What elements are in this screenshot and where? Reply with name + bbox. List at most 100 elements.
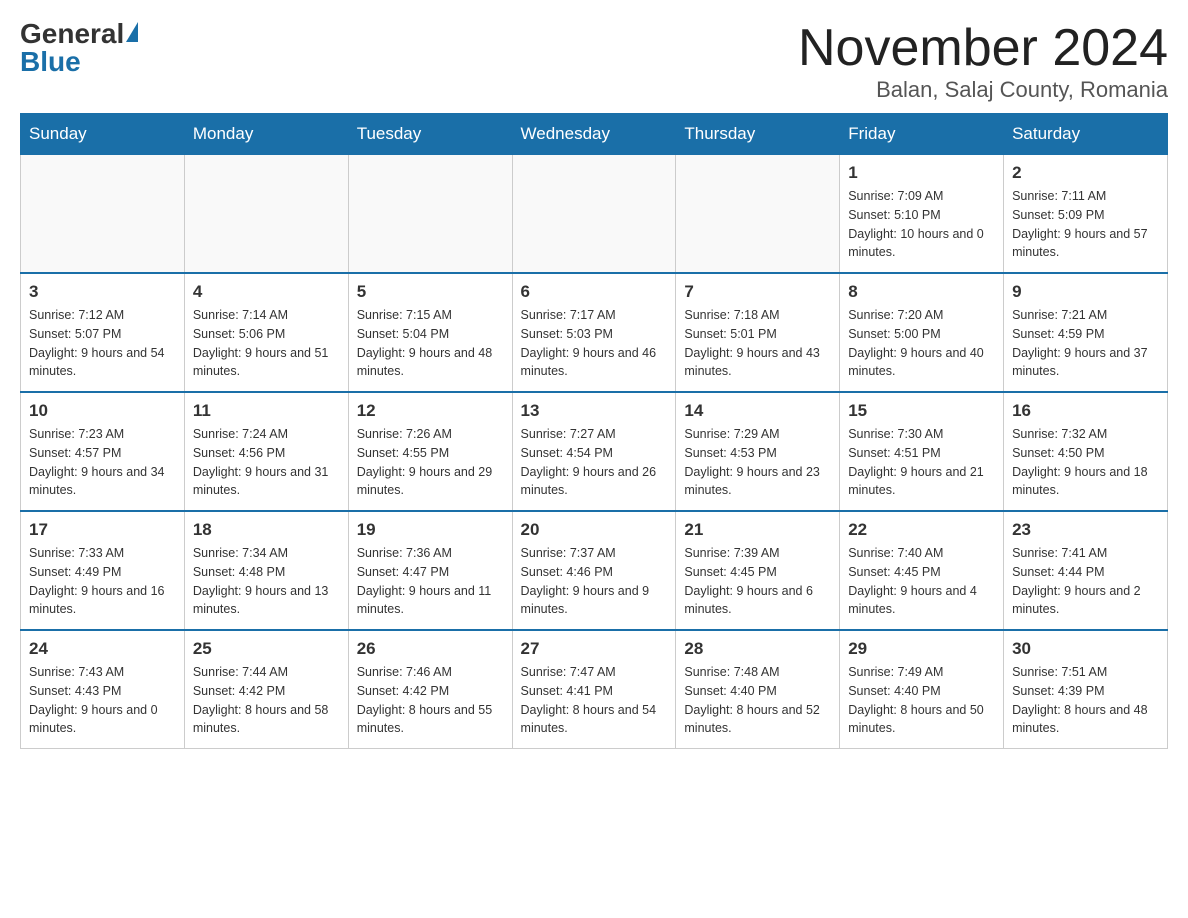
- calendar-body: 1 Sunrise: 7:09 AMSunset: 5:10 PMDaylight…: [21, 155, 1168, 749]
- day-cell: [512, 155, 676, 274]
- day-cell: 17Sunrise: 7:33 AMSunset: 4:49 PMDayligh…: [21, 511, 185, 630]
- month-title: November 2024: [798, 20, 1168, 77]
- day-number: 14: [684, 401, 831, 421]
- day-number: 30: [1012, 639, 1159, 659]
- day-number: 20: [521, 520, 668, 540]
- sun-info: Sunrise: 7:48 AMSunset: 4:40 PMDaylight:…: [684, 663, 831, 738]
- day-number: 4: [193, 282, 340, 302]
- day-cell: 14 Sunrise: 7:29 AMSunset: 4:53 PMDayligh…: [676, 392, 840, 511]
- day-cell: 22 Sunrise: 7:40 AMSunset: 4:45 PMDayligh…: [840, 511, 1004, 630]
- day-number: 26: [357, 639, 504, 659]
- sun-info: Sunrise: 7:30 AMSunset: 4:51 PMDaylight:…: [848, 425, 995, 500]
- sun-info: Sunrise: 7:26 AMSunset: 4:55 PMDaylight:…: [357, 425, 504, 500]
- header-row: SundayMondayTuesdayWednesdayThursdayFrid…: [21, 114, 1168, 155]
- day-cell: 4 Sunrise: 7:14 AMSunset: 5:06 PMDaylight…: [184, 273, 348, 392]
- day-cell: 24 Sunrise: 7:43 AMSunset: 4:43 PMDayligh…: [21, 630, 185, 749]
- logo-triangle-icon: [126, 22, 138, 42]
- day-number: 11: [193, 401, 340, 421]
- day-number: 2: [1012, 163, 1159, 183]
- week-row-3: 10 Sunrise: 7:23 AMSunset: 4:57 PMDayligh…: [21, 392, 1168, 511]
- day-cell: 30 Sunrise: 7:51 AMSunset: 4:39 PMDayligh…: [1004, 630, 1168, 749]
- day-number: 23: [1012, 520, 1159, 540]
- sun-info: Sunrise: 7:09 AMSunset: 5:10 PMDaylight:…: [848, 187, 995, 262]
- day-number: 9: [1012, 282, 1159, 302]
- location-title: Balan, Salaj County, Romania: [798, 77, 1168, 103]
- sun-info: Sunrise: 7:15 AMSunset: 5:04 PMDaylight:…: [357, 306, 504, 381]
- day-cell: 15Sunrise: 7:30 AMSunset: 4:51 PMDayligh…: [840, 392, 1004, 511]
- day-cell: 13Sunrise: 7:27 AMSunset: 4:54 PMDayligh…: [512, 392, 676, 511]
- sun-info: Sunrise: 7:39 AMSunset: 4:45 PMDaylight:…: [684, 544, 831, 619]
- week-row-2: 3 Sunrise: 7:12 AMSunset: 5:07 PMDaylight…: [21, 273, 1168, 392]
- day-number: 19: [357, 520, 504, 540]
- sun-info: Sunrise: 7:18 AMSunset: 5:01 PMDaylight:…: [684, 306, 831, 381]
- sun-info: Sunrise: 7:51 AMSunset: 4:39 PMDaylight:…: [1012, 663, 1159, 738]
- day-cell: 21Sunrise: 7:39 AMSunset: 4:45 PMDayligh…: [676, 511, 840, 630]
- sun-info: Sunrise: 7:24 AMSunset: 4:56 PMDaylight:…: [193, 425, 340, 500]
- day-cell: 16Sunrise: 7:32 AMSunset: 4:50 PMDayligh…: [1004, 392, 1168, 511]
- header-cell-tuesday: Tuesday: [348, 114, 512, 155]
- day-number: 5: [357, 282, 504, 302]
- sun-info: Sunrise: 7:49 AMSunset: 4:40 PMDaylight:…: [848, 663, 995, 738]
- day-cell: [348, 155, 512, 274]
- day-number: 29: [848, 639, 995, 659]
- day-cell: 2 Sunrise: 7:11 AMSunset: 5:09 PMDaylight…: [1004, 155, 1168, 274]
- calendar-header: SundayMondayTuesdayWednesdayThursdayFrid…: [21, 114, 1168, 155]
- day-cell: 20 Sunrise: 7:37 AMSunset: 4:46 PMDayligh…: [512, 511, 676, 630]
- day-cell: 11 Sunrise: 7:24 AMSunset: 4:56 PMDayligh…: [184, 392, 348, 511]
- day-number: 28: [684, 639, 831, 659]
- day-cell: 26 Sunrise: 7:46 AMSunset: 4:42 PMDayligh…: [348, 630, 512, 749]
- day-cell: 18 Sunrise: 7:34 AMSunset: 4:48 PMDayligh…: [184, 511, 348, 630]
- day-cell: 6 Sunrise: 7:17 AMSunset: 5:03 PMDaylight…: [512, 273, 676, 392]
- title-block: November 2024 Balan, Salaj County, Roman…: [798, 20, 1168, 103]
- header-cell-friday: Friday: [840, 114, 1004, 155]
- day-cell: 7 Sunrise: 7:18 AMSunset: 5:01 PMDaylight…: [676, 273, 840, 392]
- day-number: 6: [521, 282, 668, 302]
- sun-info: Sunrise: 7:40 AMSunset: 4:45 PMDaylight:…: [848, 544, 995, 619]
- day-cell: 25Sunrise: 7:44 AMSunset: 4:42 PMDayligh…: [184, 630, 348, 749]
- sun-info: Sunrise: 7:47 AMSunset: 4:41 PMDaylight:…: [521, 663, 668, 738]
- sun-info: Sunrise: 7:17 AMSunset: 5:03 PMDaylight:…: [521, 306, 668, 381]
- day-number: 24: [29, 639, 176, 659]
- sun-info: Sunrise: 7:41 AMSunset: 4:44 PMDaylight:…: [1012, 544, 1159, 619]
- sun-info: Sunrise: 7:43 AMSunset: 4:43 PMDaylight:…: [29, 663, 176, 738]
- header-cell-wednesday: Wednesday: [512, 114, 676, 155]
- day-cell: 5 Sunrise: 7:15 AMSunset: 5:04 PMDaylight…: [348, 273, 512, 392]
- week-row-5: 24 Sunrise: 7:43 AMSunset: 4:43 PMDayligh…: [21, 630, 1168, 749]
- header-cell-monday: Monday: [184, 114, 348, 155]
- logo-general-text: General: [20, 20, 124, 48]
- day-number: 7: [684, 282, 831, 302]
- week-row-1: 1 Sunrise: 7:09 AMSunset: 5:10 PMDaylight…: [21, 155, 1168, 274]
- logo: General Blue: [20, 20, 138, 76]
- sun-info: Sunrise: 7:21 AMSunset: 4:59 PMDaylight:…: [1012, 306, 1159, 381]
- sun-info: Sunrise: 7:29 AMSunset: 4:53 PMDaylight:…: [684, 425, 831, 500]
- day-number: 8: [848, 282, 995, 302]
- day-number: 12: [357, 401, 504, 421]
- day-cell: [184, 155, 348, 274]
- day-number: 18: [193, 520, 340, 540]
- day-number: 1: [848, 163, 995, 183]
- sun-info: Sunrise: 7:12 AMSunset: 5:07 PMDaylight:…: [29, 306, 176, 381]
- sun-info: Sunrise: 7:34 AMSunset: 4:48 PMDaylight:…: [193, 544, 340, 619]
- day-cell: [21, 155, 185, 274]
- header-cell-thursday: Thursday: [676, 114, 840, 155]
- header-cell-saturday: Saturday: [1004, 114, 1168, 155]
- sun-info: Sunrise: 7:46 AMSunset: 4:42 PMDaylight:…: [357, 663, 504, 738]
- sun-info: Sunrise: 7:14 AMSunset: 5:06 PMDaylight:…: [193, 306, 340, 381]
- day-cell: 9 Sunrise: 7:21 AMSunset: 4:59 PMDaylight…: [1004, 273, 1168, 392]
- day-number: 10: [29, 401, 176, 421]
- day-number: 22: [848, 520, 995, 540]
- sun-info: Sunrise: 7:33 AMSunset: 4:49 PMDaylight:…: [29, 544, 176, 619]
- day-number: 25: [193, 639, 340, 659]
- day-cell: 28 Sunrise: 7:48 AMSunset: 4:40 PMDayligh…: [676, 630, 840, 749]
- day-number: 3: [29, 282, 176, 302]
- calendar-table: SundayMondayTuesdayWednesdayThursdayFrid…: [20, 113, 1168, 749]
- sun-info: Sunrise: 7:20 AMSunset: 5:00 PMDaylight:…: [848, 306, 995, 381]
- day-cell: [676, 155, 840, 274]
- sun-info: Sunrise: 7:23 AMSunset: 4:57 PMDaylight:…: [29, 425, 176, 500]
- sun-info: Sunrise: 7:11 AMSunset: 5:09 PMDaylight:…: [1012, 187, 1159, 262]
- day-cell: 19 Sunrise: 7:36 AMSunset: 4:47 PMDayligh…: [348, 511, 512, 630]
- day-cell: 27Sunrise: 7:47 AMSunset: 4:41 PMDayligh…: [512, 630, 676, 749]
- sun-info: Sunrise: 7:37 AMSunset: 4:46 PMDaylight:…: [521, 544, 668, 619]
- sun-info: Sunrise: 7:36 AMSunset: 4:47 PMDaylight:…: [357, 544, 504, 619]
- logo-blue-text: Blue: [20, 48, 81, 76]
